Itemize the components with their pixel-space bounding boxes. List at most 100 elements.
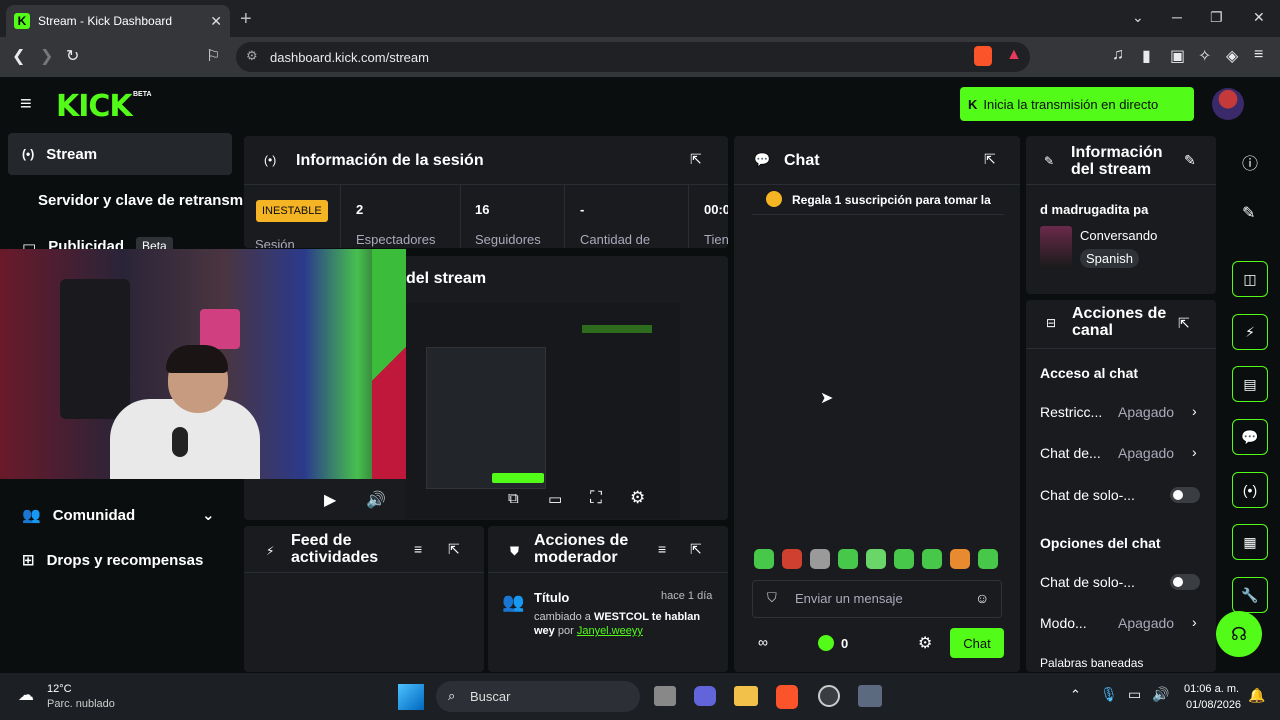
stream-preview-video[interactable] xyxy=(406,303,680,519)
volume-icon[interactable]: 🔊 xyxy=(366,490,386,510)
popout-icon[interactable]: ⇱ xyxy=(690,541,702,558)
back-icon[interactable]: ❮ xyxy=(12,46,25,66)
lightning-icon[interactable]: ⚡ xyxy=(1232,314,1268,350)
emote-icon[interactable] xyxy=(894,549,914,569)
emote-icon[interactable] xyxy=(782,549,802,569)
popout-icon[interactable]: ⇱ xyxy=(448,541,460,558)
vpn-icon[interactable]: ◈ xyxy=(1226,46,1238,66)
filter-icon[interactable]: ≡ xyxy=(658,541,666,557)
layout-icon[interactable]: ▦ xyxy=(1232,524,1268,560)
fullscreen-icon[interactable]: ⛶ xyxy=(590,488,602,508)
followers-only-toggle[interactable] xyxy=(1170,487,1200,503)
banned-words-row-label[interactable]: Palabras baneadas xyxy=(1040,656,1143,670)
hamburger-menu-icon[interactable]: ≡ xyxy=(20,93,32,116)
app-icon[interactable] xyxy=(858,685,882,707)
broadcast-icon[interactable]: (•) xyxy=(1232,472,1268,508)
viewers-value: 2 xyxy=(356,202,364,217)
chevron-right-icon[interactable]: › xyxy=(1192,444,1197,460)
pip-icon[interactable]: ⧉ xyxy=(508,490,519,507)
emote-icon[interactable] xyxy=(922,549,942,569)
sidebar-item-server-keys[interactable]: Servidor y clave de retransm xyxy=(8,179,243,221)
emote-icon[interactable] xyxy=(754,549,774,569)
camera-icon[interactable]: ◫ xyxy=(1232,261,1268,297)
sidebar-item-drops[interactable]: ⊞ Drops y recompensas xyxy=(8,539,232,581)
wallet-icon[interactable]: ▣ xyxy=(1170,46,1185,66)
microphone-icon[interactable]: 🎙 xyxy=(1100,686,1118,703)
emote-icon[interactable] xyxy=(810,549,830,569)
go-live-button[interactable]: K Inicia la transmisión en directo xyxy=(960,87,1194,121)
taskbar-search[interactable]: ⌕ Buscar xyxy=(436,681,640,712)
bookmark-icon[interactable]: ⚐ xyxy=(206,46,220,66)
theater-icon[interactable]: ▭ xyxy=(548,490,562,508)
document-icon[interactable]: ▤ xyxy=(1232,366,1268,402)
kick-logo[interactable]: KICK xyxy=(56,89,133,124)
browser-tab-bar: K Stream - Kick Dashboard ✕ + ⌄ ─ ❐ ✕ xyxy=(0,0,1280,37)
maximize-icon[interactable]: ❐ xyxy=(1210,9,1223,26)
chat-settings-icon[interactable]: ⚙ xyxy=(918,633,932,653)
sidebar-item-stream[interactable]: (•) Stream xyxy=(8,133,232,175)
teams-icon[interactable] xyxy=(694,686,716,706)
windows-taskbar: ☁ 12°C Parc. nublado ⌕ Buscar ⌃ 🎙 ▭ 🔊 01… xyxy=(0,673,1280,720)
edit-icon[interactable]: ✎ xyxy=(1242,203,1255,223)
minimize-icon[interactable]: ─ xyxy=(1172,9,1182,25)
sidebar-item-community[interactable]: 👥 Comunidad ⌄ xyxy=(8,494,232,536)
play-icon[interactable]: ▶ xyxy=(324,490,336,510)
browser-tab[interactable]: K Stream - Kick Dashboard ✕ xyxy=(6,5,230,37)
chevron-right-icon[interactable]: › xyxy=(1192,614,1197,630)
chevron-right-icon[interactable]: › xyxy=(1192,403,1197,419)
clock-time[interactable]: 01:06 a. m. xyxy=(1184,683,1239,695)
close-tab-icon[interactable]: ✕ xyxy=(210,13,222,30)
emote-icon[interactable] xyxy=(950,549,970,569)
leo-icon[interactable]: ✧ xyxy=(1198,46,1211,66)
clock-date[interactable]: 01/08/2026 xyxy=(1186,699,1241,711)
emoji-icon[interactable]: ☺ xyxy=(975,590,989,606)
sidebar-icon[interactable]: ▮ xyxy=(1142,46,1151,66)
brave-rewards-icon[interactable]: ▲ xyxy=(1006,46,1022,64)
chevron-up-icon[interactable]: ⌃ xyxy=(1070,687,1081,703)
chat-delay-row-label[interactable]: Chat de... xyxy=(1040,445,1101,461)
mode-row-label[interactable]: Modo... xyxy=(1040,615,1087,631)
network-icon[interactable]: ▭ xyxy=(1128,686,1141,703)
address-bar[interactable]: ⚙ dashboard.kick.com/stream ▲ xyxy=(236,42,1030,72)
channel-actions-panel: ⊟ Acciones de canal ⇱ Acceso al chat Res… xyxy=(1026,300,1216,672)
wrench-icon[interactable]: 🔧 xyxy=(1232,577,1268,613)
windows-start-icon[interactable] xyxy=(398,684,424,710)
app-icon[interactable] xyxy=(818,685,840,707)
tab-search-icon[interactable]: ⌄ xyxy=(1132,9,1144,26)
emote-icon[interactable] xyxy=(866,549,886,569)
popout-icon[interactable]: ⇱ xyxy=(984,151,996,168)
notification-bell-icon[interactable]: 🔔 xyxy=(1248,687,1265,704)
edit-icon[interactable]: ✎ xyxy=(1184,152,1196,169)
task-view-icon[interactable] xyxy=(654,686,676,706)
menu-icon[interactable]: ≡ xyxy=(1254,46,1263,64)
user-avatar[interactable] xyxy=(1212,88,1244,120)
subs-only-toggle[interactable] xyxy=(1170,574,1200,590)
chat-bubble-icon[interactable]: 💬 xyxy=(1232,419,1268,455)
support-headset-icon[interactable]: ☊ xyxy=(1216,611,1262,657)
pinned-gift-message[interactable]: Regala 1 suscripción para tomar la xyxy=(792,193,1004,207)
reload-icon[interactable]: ↻ xyxy=(66,46,79,66)
popout-icon[interactable]: ⇱ xyxy=(1178,315,1190,332)
hanging-clothes xyxy=(60,279,130,419)
new-tab-icon[interactable]: + xyxy=(240,8,252,31)
media-icon[interactable]: ♫ xyxy=(1112,46,1124,64)
mod-item-user[interactable]: Janyel.weeyy xyxy=(577,625,643,637)
restriction-row-label[interactable]: Restricc... xyxy=(1040,404,1102,420)
brave-browser-icon[interactable] xyxy=(776,685,798,709)
shield-icon: ⛉ xyxy=(767,590,777,605)
forward-icon[interactable]: ❯ xyxy=(40,46,53,66)
sidebar-item-label: Comunidad xyxy=(52,506,136,524)
send-chat-button[interactable]: Chat xyxy=(950,628,1004,658)
emote-icon[interactable] xyxy=(978,549,998,569)
emote-icon[interactable] xyxy=(838,549,858,569)
close-window-icon[interactable]: ✕ xyxy=(1253,9,1265,26)
filter-icon[interactable]: ≡ xyxy=(414,541,422,557)
brave-shields-icon[interactable] xyxy=(974,46,992,66)
chat-input[interactable]: ⛉ Enviar un mensaje ☺ xyxy=(752,580,1002,618)
volume-icon[interactable]: 🔊 xyxy=(1152,686,1169,703)
file-explorer-icon[interactable] xyxy=(734,686,758,706)
popout-icon[interactable]: ⇱ xyxy=(690,151,702,168)
site-info-icon[interactable]: ⚙ xyxy=(246,48,258,64)
settings-icon[interactable]: ⚙ xyxy=(630,488,645,508)
info-icon[interactable]: ⓘ xyxy=(1242,150,1258,174)
